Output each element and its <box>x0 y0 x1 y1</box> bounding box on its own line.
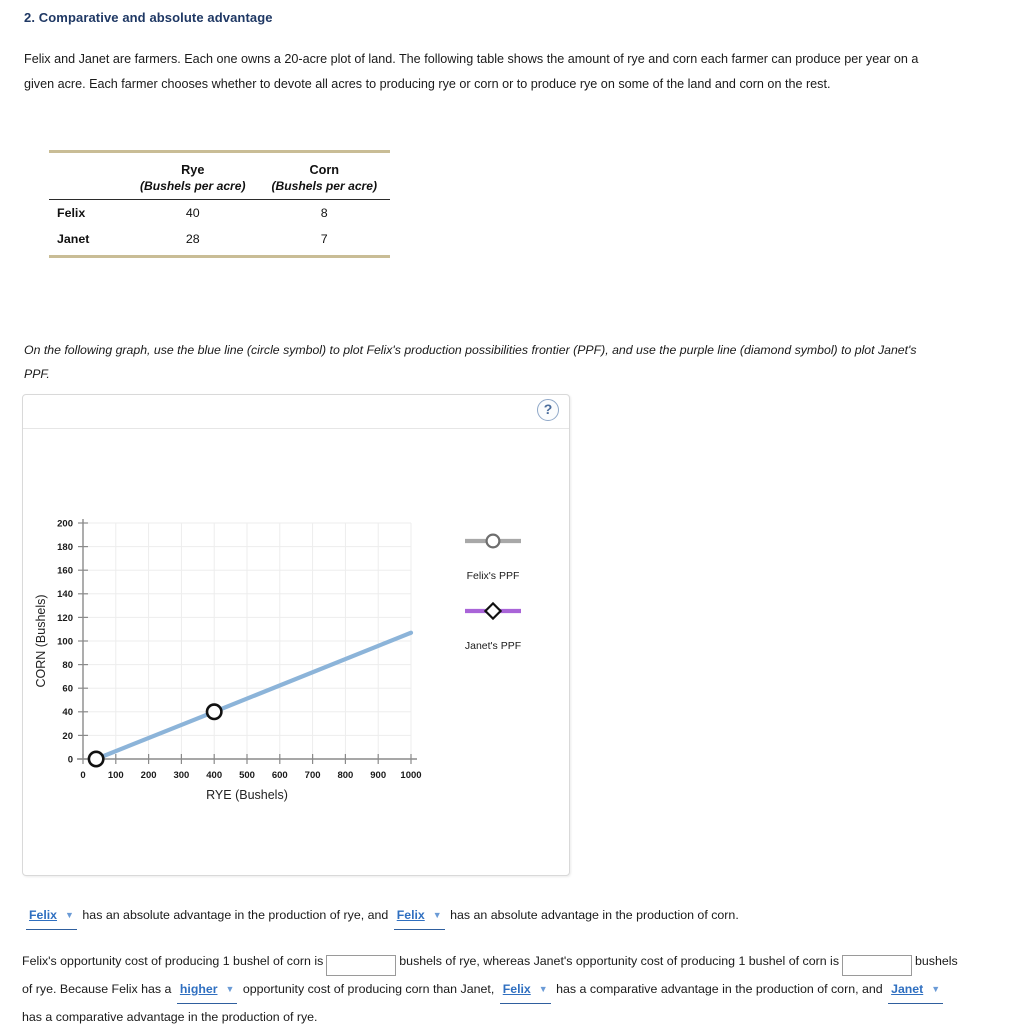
janet-opportunity-cost-input[interactable] <box>842 955 913 976</box>
svg-text:200: 200 <box>57 518 73 529</box>
graph-panel: ? 0 20 40 60 80 100 120 140 160 180 200 0 100 200 300 4… <box>22 394 570 876</box>
sentence2-text1: Felix's opportunity cost of producing 1 … <box>22 954 324 968</box>
row-label-felix: Felix <box>57 205 86 220</box>
dropdown-comparative-rye[interactable]: Janet ▼ <box>888 976 944 1004</box>
graph-panel-header: ? <box>23 395 569 429</box>
svg-text:400: 400 <box>206 770 222 781</box>
sentence2-text4: opportunity cost of producing corn than … <box>242 982 495 996</box>
svg-text:100: 100 <box>108 770 124 781</box>
dropdown-higher-lower-value: higher <box>179 982 218 996</box>
svg-text:0: 0 <box>80 770 85 781</box>
chevron-down-icon: ▼ <box>65 910 74 920</box>
legend-item-1[interactable]: Felix's PPF <box>465 533 521 582</box>
svg-text:140: 140 <box>57 589 73 600</box>
production-table-wrapper: Rye Corn (Bushels per acre) (Bushels per… <box>49 150 390 259</box>
table-header-units: (Bushels per acre) (Bushels per acre) <box>49 177 390 200</box>
sentence1-text1: has an absolute advantage in the product… <box>82 908 389 922</box>
table-header-rye: Rye <box>181 162 205 177</box>
svg-text:700: 700 <box>305 770 321 781</box>
cell-felix-corn: 8 <box>320 205 328 220</box>
dropdown-absolute-rye[interactable]: Felix ▼ <box>26 902 77 930</box>
felix-opportunity-cost-input[interactable] <box>326 955 397 976</box>
svg-text:40: 40 <box>62 707 73 718</box>
table-header-names: Rye Corn <box>49 155 390 178</box>
table-bottom-rule <box>49 254 390 259</box>
cell-felix-rye: 40 <box>185 205 200 220</box>
dropdown-higher-lower[interactable]: higher ▼ <box>176 976 238 1004</box>
chart-legend[interactable]: Felix's PPF Janet's PPF <box>465 533 521 652</box>
svg-text:0: 0 <box>68 754 73 765</box>
cell-janet-rye: 28 <box>185 231 200 246</box>
dropdown-absolute-corn[interactable]: Felix ▼ <box>393 902 445 930</box>
dropdown-absolute-rye-value: Felix <box>29 908 58 922</box>
legend-item-2[interactable]: Janet's PPF <box>465 601 521 652</box>
sentence2-text6: has a comparative advantage in the produ… <box>22 1010 318 1024</box>
table-unit-rye: (Bushels per acre) <box>127 177 259 200</box>
dropdown-comparative-corn[interactable]: Felix ▼ <box>499 976 551 1004</box>
svg-text:60: 60 <box>62 684 73 695</box>
svg-text:CORN (Bushels): CORN (Bushels) <box>34 594 48 687</box>
svg-text:100: 100 <box>57 636 73 647</box>
chevron-down-icon: ▼ <box>538 984 548 994</box>
table-header-corn: Corn <box>309 162 340 177</box>
plot-area[interactable]: 0 20 40 60 80 100 120 140 160 180 200 0 100 200 300 400… <box>23 429 569 875</box>
ppf-chart[interactable]: 0 20 40 60 80 100 120 140 160 180 200 0 100 200 300 400… <box>23 429 569 875</box>
sentence2-text5: has a comparative advantage in the produ… <box>556 982 883 996</box>
legend-label: Felix's PPF <box>467 570 520 582</box>
table-header-blank <box>49 155 127 178</box>
sentence1-text2: has an absolute advantage in the product… <box>450 908 739 922</box>
question-mark-icon[interactable]: ? <box>537 399 559 421</box>
opportunity-cost-sentence: Felix's opportunity cost of producing 1 … <box>22 948 968 1030</box>
chevron-down-icon: ▼ <box>931 984 941 994</box>
page-title: 2. Comparative and absolute advantage <box>24 10 273 25</box>
svg-text:900: 900 <box>370 770 386 781</box>
dropdown-absolute-corn-value: Felix <box>396 908 425 922</box>
graph-instruction: On the following graph, use the blue lin… <box>24 343 917 381</box>
cell-janet-corn: 7 <box>320 231 328 246</box>
table-row: Janet 28 7 <box>49 226 390 257</box>
svg-text:500: 500 <box>239 770 255 781</box>
table-unit-corn: (Bushels per acre) <box>258 177 390 200</box>
svg-text:RYE (Bushels): RYE (Bushels) <box>206 788 288 802</box>
sentence2-text2: bushels of rye, whereas Janet's opportun… <box>399 954 840 968</box>
svg-text:800: 800 <box>337 770 353 781</box>
exercise-page: 2. Comparative and absolute advantage Fe… <box>0 0 1014 1024</box>
dropdown-comparative-corn-value: Felix <box>502 982 531 996</box>
svg-text:160: 160 <box>57 566 73 577</box>
production-table: Rye Corn (Bushels per acre) (Bushels per… <box>49 150 390 259</box>
chevron-down-icon: ▼ <box>432 910 442 920</box>
svg-text:600: 600 <box>272 770 288 781</box>
svg-text:1000: 1000 <box>400 770 421 781</box>
absolute-advantage-sentence: Felix ▼ has an absolute advantage in the … <box>24 902 964 930</box>
intro-paragraph: Felix and Janet are farmers. Each one ow… <box>24 52 919 91</box>
svg-text:120: 120 <box>57 613 73 624</box>
chart-gridlines <box>83 522 412 759</box>
row-label-janet: Janet <box>57 231 90 246</box>
table-unit-blank <box>49 177 127 200</box>
dropdown-comparative-rye-value: Janet <box>891 982 924 996</box>
chart-series[interactable] <box>87 630 414 768</box>
legend-label: Janet's PPF <box>465 640 521 652</box>
table-row: Felix 40 8 <box>49 199 390 226</box>
svg-text:20: 20 <box>62 731 73 742</box>
chevron-down-icon: ▼ <box>225 984 235 994</box>
svg-text:200: 200 <box>141 770 157 781</box>
svg-text:80: 80 <box>62 660 73 671</box>
svg-text:180: 180 <box>57 542 73 553</box>
svg-text:300: 300 <box>173 770 189 781</box>
